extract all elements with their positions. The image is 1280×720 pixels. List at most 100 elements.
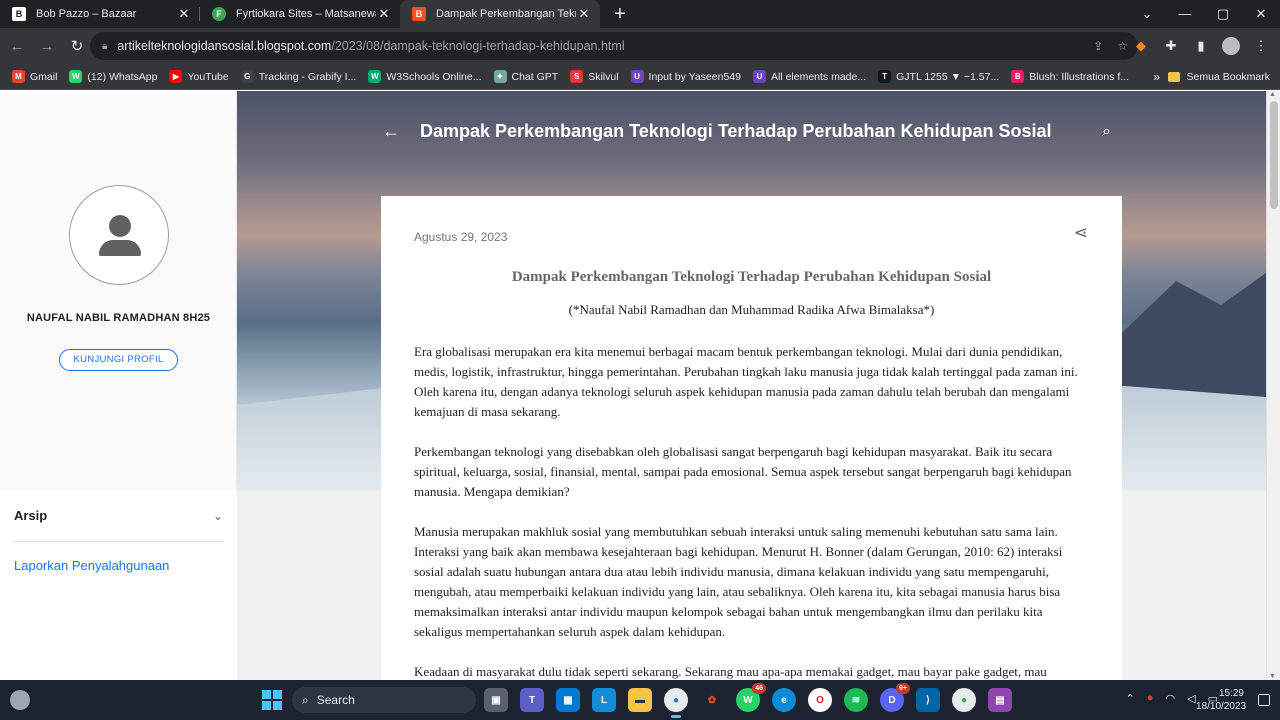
bookmark-favicon-icon: ▶	[169, 70, 183, 83]
bookmark-item[interactable]: ✦ Chat GPT	[493, 70, 559, 83]
forward-icon[interactable]: →	[34, 38, 60, 55]
bookmark-item[interactable]: U Input by Yaseen549	[630, 70, 741, 83]
bookmark-favicon-icon: W	[69, 70, 83, 83]
tab-dampak[interactable]: B Dampak Perkembangan Teknolo ✕	[400, 0, 600, 28]
taskbar-search[interactable]: ⌕ Search	[292, 687, 476, 713]
chevron-down-icon: ⌄	[212, 508, 223, 523]
close-window-icon[interactable]: ✕	[1242, 0, 1280, 28]
url-host: artikelteknologidansosial.blogspot.com	[117, 39, 332, 53]
bookmark-item[interactable]: B Blush: Illustrations f...	[1011, 70, 1129, 83]
bookmarks-overflow-icon[interactable]: »	[1153, 64, 1160, 90]
bookmark-item[interactable]: S Skilvul	[570, 70, 619, 83]
address-bar[interactable]: 🔒︎ artikelteknologidansosial.blogspot.co…	[90, 32, 1138, 60]
share-page-icon[interactable]: ⇪	[1093, 39, 1103, 53]
lock-icon[interactable]: 🔒︎	[102, 41, 107, 52]
all-bookmarks-button[interactable]: Semua Bookmark	[1167, 64, 1270, 90]
bookmark-label: GJTL 1255 ▼ −1.57...	[896, 70, 1000, 83]
archive-label: Arsip	[14, 508, 48, 523]
network-warning-icon[interactable]: ●	[1147, 692, 1154, 705]
close-tab-icon[interactable]: ✕	[176, 6, 192, 22]
bookmark-favicon-icon: ✦	[493, 70, 507, 83]
paragraph: Manusia merupakan makhluk sosial yang me…	[414, 524, 1063, 639]
new-tab-icon[interactable]: +	[606, 0, 634, 28]
bookmark-item[interactable]: G Tracking - Grabify I...	[240, 70, 356, 83]
tab-fyrtiokara[interactable]: F Fyrtiokara Sites – Matsanewa 45 ✕	[200, 0, 400, 28]
search-icon: ⌕	[302, 692, 309, 707]
chrome-icon[interactable]: ●	[664, 688, 688, 718]
paragraph: Era globalisasi merupakan era kita menem…	[414, 344, 1078, 419]
scroll-up-icon[interactable]: ▲	[1269, 91, 1276, 98]
window-controls: ⌄ — ▢ ✕	[1128, 0, 1280, 28]
bookmark-favicon-icon: S	[570, 70, 584, 83]
header-post-title: Dampak Perkembangan Teknologi Terhadap P…	[420, 121, 1052, 141]
wifi-icon[interactable]: ◠	[1166, 692, 1176, 705]
bookmark-label: YouTube	[187, 70, 229, 83]
scrollbar-thumb[interactable]	[1270, 101, 1278, 209]
bookmark-item[interactable]: W (12) WhatsApp	[69, 70, 157, 83]
bookmarks-bar: M Gmail W (12) WhatsApp ▶ YouTube G Tracking - …	[0, 64, 1280, 90]
file-explorer-icon[interactable]: ▬	[628, 688, 652, 712]
chevron-up-icon[interactable]: ⌃	[1126, 692, 1135, 705]
clock-time: 15:29	[1218, 688, 1244, 699]
l-app-icon[interactable]: L	[592, 688, 616, 712]
close-tab-icon[interactable]: ✕	[376, 6, 392, 22]
teams-icon[interactable]: T	[520, 688, 544, 712]
extensions-puzzle-icon[interactable]: ✚	[1162, 38, 1180, 54]
weather-icon[interactable]	[10, 690, 30, 710]
visit-profile-button[interactable]: KUNJUNGI PROFIL	[59, 349, 178, 371]
bookmark-item[interactable]: U All elements made...	[752, 70, 866, 83]
bookmark-favicon-icon: U	[630, 70, 644, 83]
chrome-profile-icon[interactable]: ●	[952, 688, 976, 712]
bookmark-item[interactable]: T GJTL 1255 ▼ −1.57...	[878, 70, 999, 83]
minimize-icon[interactable]: —	[1166, 0, 1204, 28]
bookmark-label: Skilvul	[588, 70, 619, 83]
figma-icon[interactable]: ✿	[700, 688, 724, 712]
bookmark-item[interactable]: M Gmail	[12, 70, 57, 83]
post-body: Era globalisasi merupakan era kita menem…	[414, 342, 1094, 680]
taskbar-clock[interactable]: 15:29 18/10/2023	[1196, 687, 1246, 713]
bookmark-label: (12) WhatsApp	[87, 70, 158, 83]
back-icon[interactable]: ←	[4, 38, 30, 55]
bookmark-star-icon[interactable]: ☆	[1117, 39, 1128, 53]
search-icon[interactable]: ⌕	[1102, 123, 1111, 141]
tab-bazaar[interactable]: B Bob Pazzo – Bazaar ✕	[0, 0, 200, 28]
opera-icon[interactable]: O	[808, 688, 832, 712]
scroll-down-icon[interactable]: ▼	[1269, 673, 1276, 680]
vscode-icon[interactable]: ⟩	[916, 688, 940, 712]
bookmark-favicon-icon: T	[878, 70, 892, 83]
menu-kebab-icon[interactable]: ⋮	[1252, 38, 1270, 54]
profile-avatar-icon[interactable]	[1222, 37, 1240, 55]
profile-name: NAUFAL NABIL RAMADHAN 8H25	[26, 312, 211, 324]
bookmark-item[interactable]: W W3Schools Online...	[368, 70, 482, 83]
share-icon[interactable]: ⋖	[1074, 223, 1088, 243]
notification-icon[interactable]	[1258, 694, 1270, 706]
whatsapp-icon[interactable]: W 46	[736, 683, 766, 712]
metamask-icon[interactable]: ◆	[1132, 38, 1150, 54]
profile-panel: NAUFAL NABIL RAMADHAN 8H25 KUNJUNGI PROF…	[0, 91, 237, 490]
blogger-favicon-icon: B	[412, 7, 426, 21]
volume-icon[interactable]: ◁	[1187, 692, 1195, 705]
bookmark-label: Chat GPT	[511, 70, 559, 83]
side-panel-icon[interactable]: ▮	[1192, 38, 1210, 54]
browser-toolbar: ← → ↻ 🔒︎ artikelteknologidansosial.blogs…	[0, 28, 1280, 64]
task-view-icon[interactable]: ▣	[484, 688, 508, 712]
blog-page: NAUFAL NABIL RAMADHAN 8H25 KUNJUNGI PROF…	[0, 91, 1280, 680]
bookmark-favicon-icon: W	[368, 70, 382, 83]
spotify-icon[interactable]: ≋	[844, 688, 868, 712]
winrar-icon[interactable]: ▤	[988, 688, 1012, 712]
report-abuse-link[interactable]: Laporkan Penyalahgunaan	[14, 558, 169, 573]
bookmark-item[interactable]: ▶ YouTube	[169, 70, 229, 83]
tab-search-icon[interactable]: ⌄	[1128, 0, 1166, 28]
edge-icon[interactable]: e	[772, 688, 796, 712]
paragraph: Keadaan di masyarakat dulu tidak seperti…	[414, 664, 1047, 679]
archive-toggle[interactable]: Arsip ⌄	[14, 508, 223, 523]
default-avatar-icon[interactable]	[69, 185, 169, 285]
start-menu-icon[interactable]	[262, 690, 282, 710]
reload-icon[interactable]: ↻	[64, 37, 90, 55]
page-scrollbar[interactable]: ▲ ▼	[1266, 91, 1280, 680]
back-arrow-icon[interactable]: ←	[382, 121, 400, 142]
store-icon[interactable]: ▦	[556, 688, 580, 712]
maximize-icon[interactable]: ▢	[1204, 0, 1242, 28]
discord-icon[interactable]: D 9+	[880, 683, 910, 712]
close-tab-icon[interactable]: ✕	[576, 6, 592, 22]
